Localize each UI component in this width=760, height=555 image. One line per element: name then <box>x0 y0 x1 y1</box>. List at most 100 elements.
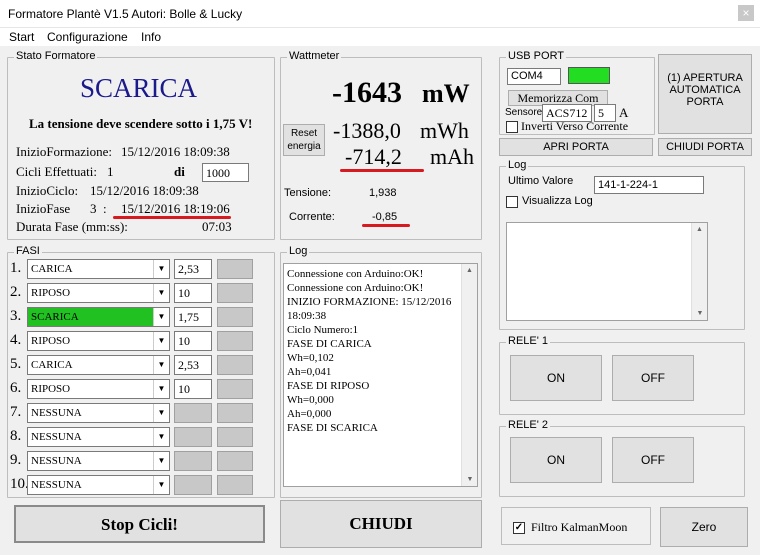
scroll-up-icon[interactable]: ▲ <box>462 267 477 274</box>
log-line: FASE DI RIPOSO <box>287 380 370 392</box>
fase-value-input[interactable] <box>174 427 212 447</box>
fase-value-input[interactable]: 10 <box>174 379 212 399</box>
close-icon[interactable]: × <box>738 5 754 21</box>
fase-value-input[interactable] <box>174 451 212 471</box>
fase-number: 1. <box>10 260 22 276</box>
fase-value-input[interactable]: 10 <box>174 283 212 303</box>
chevron-down-icon[interactable]: ▼ <box>153 284 169 302</box>
fase-status-box <box>217 331 253 351</box>
fase-type-label: NESSUNA <box>31 455 82 467</box>
chiudi-button[interactable]: CHIUDI <box>280 500 482 548</box>
chevron-down-icon[interactable]: ▼ <box>153 380 169 398</box>
zero-button[interactable]: Zero <box>660 507 748 547</box>
rele2-off-button[interactable]: OFF <box>612 437 694 483</box>
status-message: La tensione deve scendere sotto i 1,75 V… <box>29 116 253 131</box>
rele1-on-button[interactable]: ON <box>510 355 602 401</box>
fase-number: 10. <box>10 476 29 492</box>
fase-type-select[interactable]: CARICA ▼ <box>27 355 170 375</box>
chevron-down-icon[interactable]: ▼ <box>153 476 169 494</box>
log-right-group-label: Log <box>506 159 529 171</box>
ultimo-valore-input[interactable]: 141-1-224-1 <box>594 176 704 194</box>
fase-type-select[interactable]: RIPOSO ▼ <box>27 379 170 399</box>
charge-value: -714,2 <box>345 144 402 169</box>
chiudi-porta-button[interactable]: CHIUDI PORTA <box>658 138 752 156</box>
rele1-off-button[interactable]: OFF <box>612 355 694 401</box>
rele1-group-label: RELE' 1 <box>506 335 551 347</box>
fase-value-input[interactable]: 2,53 <box>174 259 212 279</box>
fase-type-select[interactable]: RIPOSO ▼ <box>27 331 170 351</box>
log-line: Ah=0,000 <box>287 408 332 420</box>
chevron-down-icon[interactable]: ▼ <box>153 332 169 350</box>
log-line: Connessione con Arduino:OK! <box>287 282 424 294</box>
visualizza-log-checkbox[interactable] <box>506 196 518 208</box>
cicli-total-input[interactable]: 1000 <box>202 163 249 182</box>
scroll-up-icon[interactable]: ▲ <box>692 226 707 233</box>
com-port-input[interactable]: COM4 <box>507 68 561 85</box>
log-list-scrollbar[interactable]: ▲ ▼ <box>691 223 707 320</box>
fase-type-label: SCARICA <box>31 311 79 323</box>
inizio-formazione-value: 15/12/2016 18:09:38 <box>121 144 230 159</box>
log-line: FASE DI SCARICA <box>287 422 378 434</box>
apri-porta-button[interactable]: APRI PORTA <box>499 138 653 156</box>
log-textbox[interactable]: Connessione con Arduino:OK! Connessione c… <box>283 263 478 487</box>
fase-value-input[interactable] <box>174 403 212 423</box>
menu-configurazione[interactable]: Configurazione <box>47 30 128 44</box>
cicli-value: 1 <box>107 164 114 179</box>
fasi-group-label: FASI <box>14 245 42 257</box>
stop-cicli-button[interactable]: Stop Cicli! <box>14 505 265 543</box>
ultimo-valore-label: Ultimo Valore <box>508 175 574 187</box>
fase-type-select[interactable]: NESSUNA ▼ <box>27 403 170 423</box>
port-status-indicator <box>568 67 610 84</box>
invert-current-checkbox[interactable] <box>506 121 518 133</box>
fase-status-box <box>217 283 253 303</box>
window-title: Formatore Plantè V1.5 Autori: Bolle & Lu… <box>8 7 243 21</box>
fase-status-box <box>217 451 253 471</box>
energy-value: -1388,0 <box>333 118 401 143</box>
fase-value-input[interactable]: 1,75 <box>174 307 212 327</box>
log-text: Connessione con Arduino:OK! Connessione c… <box>287 267 451 435</box>
chevron-down-icon[interactable]: ▼ <box>153 452 169 470</box>
reset-energia-button[interactable]: Reset energia <box>283 124 325 156</box>
fase-status-box <box>217 379 253 399</box>
chevron-down-icon[interactable]: ▼ <box>153 356 169 374</box>
fase-number: 6. <box>10 380 22 396</box>
log-line: Ah=0,041 <box>287 366 332 378</box>
fase-type-label: CARICA <box>31 263 73 275</box>
filtro-checkbox[interactable]: ✓ <box>513 522 525 534</box>
inizio-fase-value: 15/12/2016 18:19:06 <box>121 201 230 216</box>
fase-type-select[interactable]: CARICA ▼ <box>27 259 170 279</box>
title-bar: Formatore Plantè V1.5 Autori: Bolle & Lu… <box>0 0 760 28</box>
fase-type-select[interactable]: NESSUNA ▼ <box>27 451 170 471</box>
fase-value-input[interactable]: 2,53 <box>174 355 212 375</box>
log-value-list[interactable]: ▲ ▼ <box>506 222 708 321</box>
mode-label: SCARICA <box>80 73 198 103</box>
chevron-down-icon[interactable]: ▼ <box>153 404 169 422</box>
visualizza-log-label: Visualizza Log <box>522 195 593 207</box>
fase-type-select[interactable]: NESSUNA ▼ <box>27 475 170 495</box>
menu-info[interactable]: Info <box>141 30 161 44</box>
chevron-down-icon[interactable]: ▼ <box>153 428 169 446</box>
fase-type-label: RIPOSO <box>31 287 71 299</box>
scroll-down-icon[interactable]: ▼ <box>462 476 477 483</box>
rele2-on-button[interactable]: ON <box>510 437 602 483</box>
power-unit: mW <box>422 79 470 108</box>
sensore-label: Sensore <box>505 107 543 118</box>
annotation-underline <box>340 169 424 172</box>
fase-type-select[interactable]: RIPOSO ▼ <box>27 283 170 303</box>
chevron-down-icon[interactable]: ▼ <box>153 308 169 326</box>
log-scrollbar[interactable]: ▲ ▼ <box>461 264 477 486</box>
chevron-down-icon[interactable]: ▼ <box>153 260 169 278</box>
log-line: Ciclo Numero:1 <box>287 324 359 336</box>
menu-start[interactable]: Start <box>9 30 34 44</box>
fase-type-select[interactable]: NESSUNA ▼ <box>27 427 170 447</box>
stato-group-label: Stato Formatore <box>14 50 98 62</box>
scroll-down-icon[interactable]: ▼ <box>692 310 708 317</box>
fase-type-label: CARICA <box>31 359 73 371</box>
tensione-label: Tensione: <box>284 187 332 199</box>
inizio-fase-label: InizioFase <box>16 201 71 216</box>
fase-value-input[interactable] <box>174 475 212 495</box>
fase-type-select[interactable]: SCARICA ▼ <box>27 307 170 327</box>
fase-value-input[interactable]: 10 <box>174 331 212 351</box>
fase-number: 3. <box>10 308 22 324</box>
apertura-automatica-button[interactable]: (1) APERTURA AUTOMATICA PORTA <box>658 54 752 134</box>
